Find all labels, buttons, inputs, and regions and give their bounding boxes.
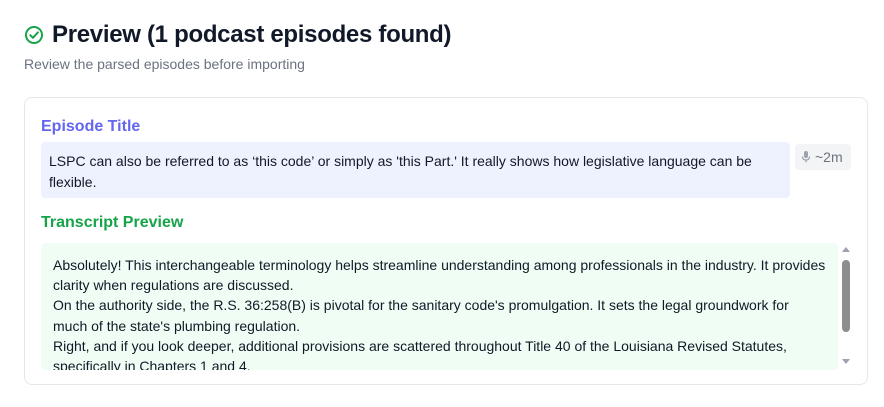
scrollbar-thumb[interactable] (842, 260, 850, 332)
episode-title-label: Episode Title (41, 118, 141, 135)
scroll-up-arrow-icon[interactable] (842, 247, 850, 252)
transcript-line: On the authority side, the R.S. 36:258(B… (53, 297, 789, 334)
scroll-down-arrow-icon[interactable] (842, 359, 850, 364)
check-circle-icon (24, 25, 44, 45)
episode-title-text: LSPC can also be referred to as ‘this co… (41, 142, 790, 198)
page-subtitle: Review the parsed episodes before import… (24, 56, 305, 72)
preview-header: Preview (1 podcast episodes found) (24, 20, 452, 50)
duration-badge: ~2m (795, 144, 851, 170)
duration-text: ~2m (815, 149, 843, 165)
transcript-preview-label: Transcript Preview (41, 214, 184, 231)
transcript-scrollbar[interactable] (838, 243, 854, 370)
episode-card: Episode Title LSPC can also be referred … (24, 97, 868, 385)
transcript-line: Right, and if you look deeper, additiona… (53, 337, 787, 370)
page-title: Preview (1 podcast episodes found) (52, 21, 452, 48)
transcript-line: Absolutely! This interchangeable termino… (53, 257, 826, 294)
transcript-preview-text[interactable]: Absolutely! This interchangeable termino… (41, 243, 838, 370)
microphone-icon (801, 150, 811, 164)
